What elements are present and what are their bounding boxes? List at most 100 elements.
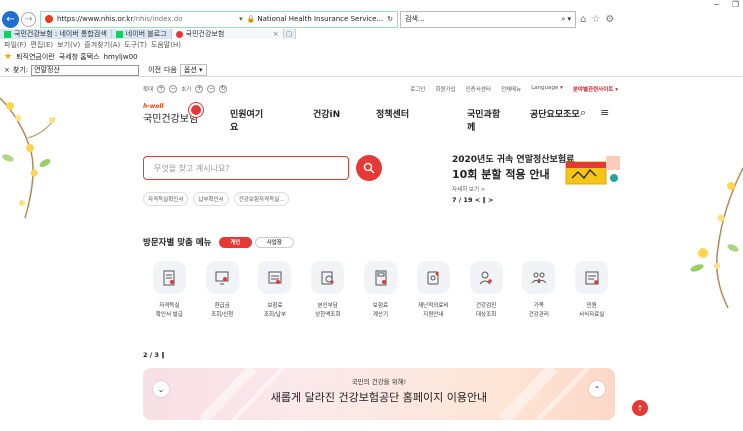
favorites-star-icon[interactable]: ★ [4, 52, 12, 62]
favorite-item[interactable]: 국세청 홈택스 [59, 52, 100, 62]
service-label-line2: 상한액조회 [315, 312, 341, 318]
service-label-line2: 서식자료실 [578, 312, 605, 318]
tablet-icon [427, 271, 439, 284]
zoom-label: 확대 [143, 87, 154, 93]
menu-tools[interactable]: 도구(T) [124, 40, 147, 50]
url-host: https://www.nhis.or.kr [57, 15, 134, 23]
site-search-input[interactable]: 무엇을 찾고 계시나요? [143, 156, 349, 180]
find-prev-button[interactable]: 이전 [148, 65, 161, 75]
back-arrow-icon: ← [6, 13, 15, 25]
tab-nhis[interactable]: 국민건강보험 × [171, 29, 284, 39]
zoom-out-button[interactable]: − [169, 85, 178, 93]
naver-favicon-icon [115, 30, 123, 38]
forward-arrow-icon: → [24, 13, 33, 25]
address-bar[interactable]: https://www.nhis.or.kr /nhis/index.do ▾ … [40, 10, 398, 28]
chevron-up-icon: ⌃ [593, 384, 601, 394]
menu-help[interactable]: 도움말(H) [151, 40, 181, 50]
reset-minus-button[interactable]: − [207, 85, 216, 93]
menu-hamburger-icon[interactable]: ≡ [600, 106, 609, 120]
service-item[interactable]: 건강검진 대상조회 [460, 261, 513, 320]
quick-tag[interactable]: 납부확인서 [193, 192, 229, 206]
site-identity[interactable]: National Health Insurance Service... [257, 15, 383, 23]
nav-civil-service[interactable]: 민원여기요 [230, 107, 270, 133]
service-item[interactable]: 본인부담 상한액조회 [301, 261, 354, 320]
nav-policy-center[interactable]: 정책센터 [376, 107, 414, 133]
reset-icon[interactable]: ↻ [219, 85, 228, 93]
tab-business[interactable]: 사업장 [254, 236, 294, 248]
nav-with-citizens[interactable]: 국민과함께 [467, 107, 507, 133]
utility-bar: 확대 + − 초기 + − ↻ 로그인 회원가입 인증서센터 전체메뉴 Lang… [143, 83, 618, 95]
favorite-item[interactable]: 퇴직연금이란 [16, 52, 55, 62]
nav-about-nhis[interactable]: 공단요모조모 [530, 107, 580, 133]
naver-favicon-icon [4, 30, 11, 38]
service-label-line1: 재난적의료비 [418, 303, 449, 309]
notice-banner[interactable]: 2020년도 귀속 연말정산보험료 10회 분할 적용 안내 자세히 보기 > … [452, 152, 622, 212]
service-item[interactable]: 자격득실 확인서 발급 [143, 261, 196, 320]
banner-pager[interactable]: 7 / 19 < ‖ > [452, 196, 622, 204]
tab-individual[interactable]: 개인 [219, 236, 252, 248]
form-icon [585, 271, 599, 284]
signup-link[interactable]: 회원가입 [435, 85, 455, 93]
home-icon[interactable]: ⌂ [580, 14, 586, 25]
homepage-guide-banner[interactable]: ⌄ 국민의 건강을 위해! 새롭게 달라진 건강보험공단 홈페이지 이용안내 ⌃ [143, 368, 615, 420]
site-search-button[interactable] [356, 155, 382, 181]
login-link[interactable]: 로그인 [410, 85, 425, 93]
tab-naver-search[interactable]: 국민건강보험 : 네이버 통합검색 [0, 29, 112, 39]
related-sites-dropdown[interactable]: 분야별관련사이트 ▾ [573, 85, 618, 93]
find-input[interactable]: 연말정산 [31, 64, 140, 76]
forward-button[interactable]: → [21, 11, 36, 27]
quick-tag[interactable]: 건강보험자격득실... [233, 192, 290, 206]
service-item[interactable]: 보험료계산기 [354, 261, 407, 320]
back-button[interactable]: ← [2, 10, 19, 28]
refresh-icon[interactable]: ↻ [387, 15, 393, 23]
favorites-bar: ★ 퇴직연금이란 국세청 홈택스 hmyljw00 [4, 51, 138, 62]
service-item[interactable]: 보험료 조회/납부 [249, 261, 302, 320]
service-pager[interactable]: 2 / 3 ‖ [143, 351, 164, 359]
reset-label: 초기 [181, 87, 192, 93]
address-row: ← → https://www.nhis.or.kr /nhis/index.d… [0, 9, 743, 29]
service-label-line2: 계산기 [372, 312, 389, 318]
cert-center-link[interactable]: 인증서센터 [466, 85, 491, 93]
quick-search-tags: 자격득실확인서 납부확인서 건강보험자격득실... [143, 192, 290, 206]
new-tab-button[interactable]: ▢ [283, 29, 296, 39]
find-options-button[interactable]: 옵션 ▾ [179, 64, 207, 76]
menu-file[interactable]: 파일(F) [4, 40, 26, 50]
service-label-line1: 자격득실 [159, 303, 180, 309]
favorites-star-icon[interactable]: ☆ [591, 14, 600, 25]
nav-health-in[interactable]: 건강iN [313, 107, 343, 133]
settings-gear-icon[interactable]: ⚙ [605, 14, 614, 25]
calculator-icon [268, 271, 282, 284]
zoom-in-button[interactable]: + [157, 85, 166, 93]
scroll-top-button[interactable]: ↑ [632, 400, 648, 416]
tab-naver-blog[interactable]: 네이버 블로그 [111, 29, 172, 39]
tab-close-icon[interactable]: × [273, 30, 279, 38]
service-item[interactable]: 재난적의료비 지원안내 [407, 261, 460, 320]
find-bar: × 찾기: 연말정산 이전 다음 옵션 ▾ [0, 64, 743, 77]
find-value[interactable]: 연말정산 [34, 65, 60, 75]
banner-expand-button[interactable]: ⌃ [589, 381, 605, 397]
site-logo[interactable]: h-well 국민건강보험 [143, 103, 213, 125]
find-next-button[interactable]: 다음 [164, 65, 177, 75]
service-item[interactable]: 가족 건강관리 [512, 261, 565, 320]
lock-icon[interactable]: 🔒 [247, 15, 256, 23]
search-icon[interactable]: ⌕ ▾ [561, 15, 571, 24]
service-label-line1: 건강검진 [475, 303, 497, 309]
language-dropdown[interactable]: Language ▾ [531, 85, 563, 93]
service-label-line2: 조회/납부 [263, 312, 286, 318]
search-icon[interactable]: ⌕ [580, 106, 586, 120]
find-close-icon[interactable]: × [4, 66, 10, 74]
service-label-line1: 보험료 [372, 303, 389, 309]
service-item[interactable]: 환급금 조회/신청 [196, 261, 249, 320]
menu-favorites[interactable]: 즐겨찾기(A) [84, 40, 120, 50]
browser-search-input[interactable]: 검색... [405, 14, 425, 24]
browser-search-box[interactable]: 검색... ⌕ ▾ [400, 10, 576, 28]
favorite-item[interactable]: hmyljw00 [104, 53, 138, 61]
quick-tag[interactable]: 자격득실확인서 [143, 192, 189, 206]
menu-view[interactable]: 보기(V) [57, 40, 80, 50]
service-item[interactable]: 민원 서식자료실 [565, 261, 618, 320]
menu-edit[interactable]: 편집(E) [30, 40, 53, 50]
reset-plus-button[interactable]: + [195, 85, 204, 93]
all-menu-link[interactable]: 전체메뉴 [501, 85, 521, 93]
address-dropdown-icon[interactable]: ▾ [239, 15, 243, 23]
site-search-placeholder: 무엇을 찾고 계시나요? [154, 163, 230, 173]
